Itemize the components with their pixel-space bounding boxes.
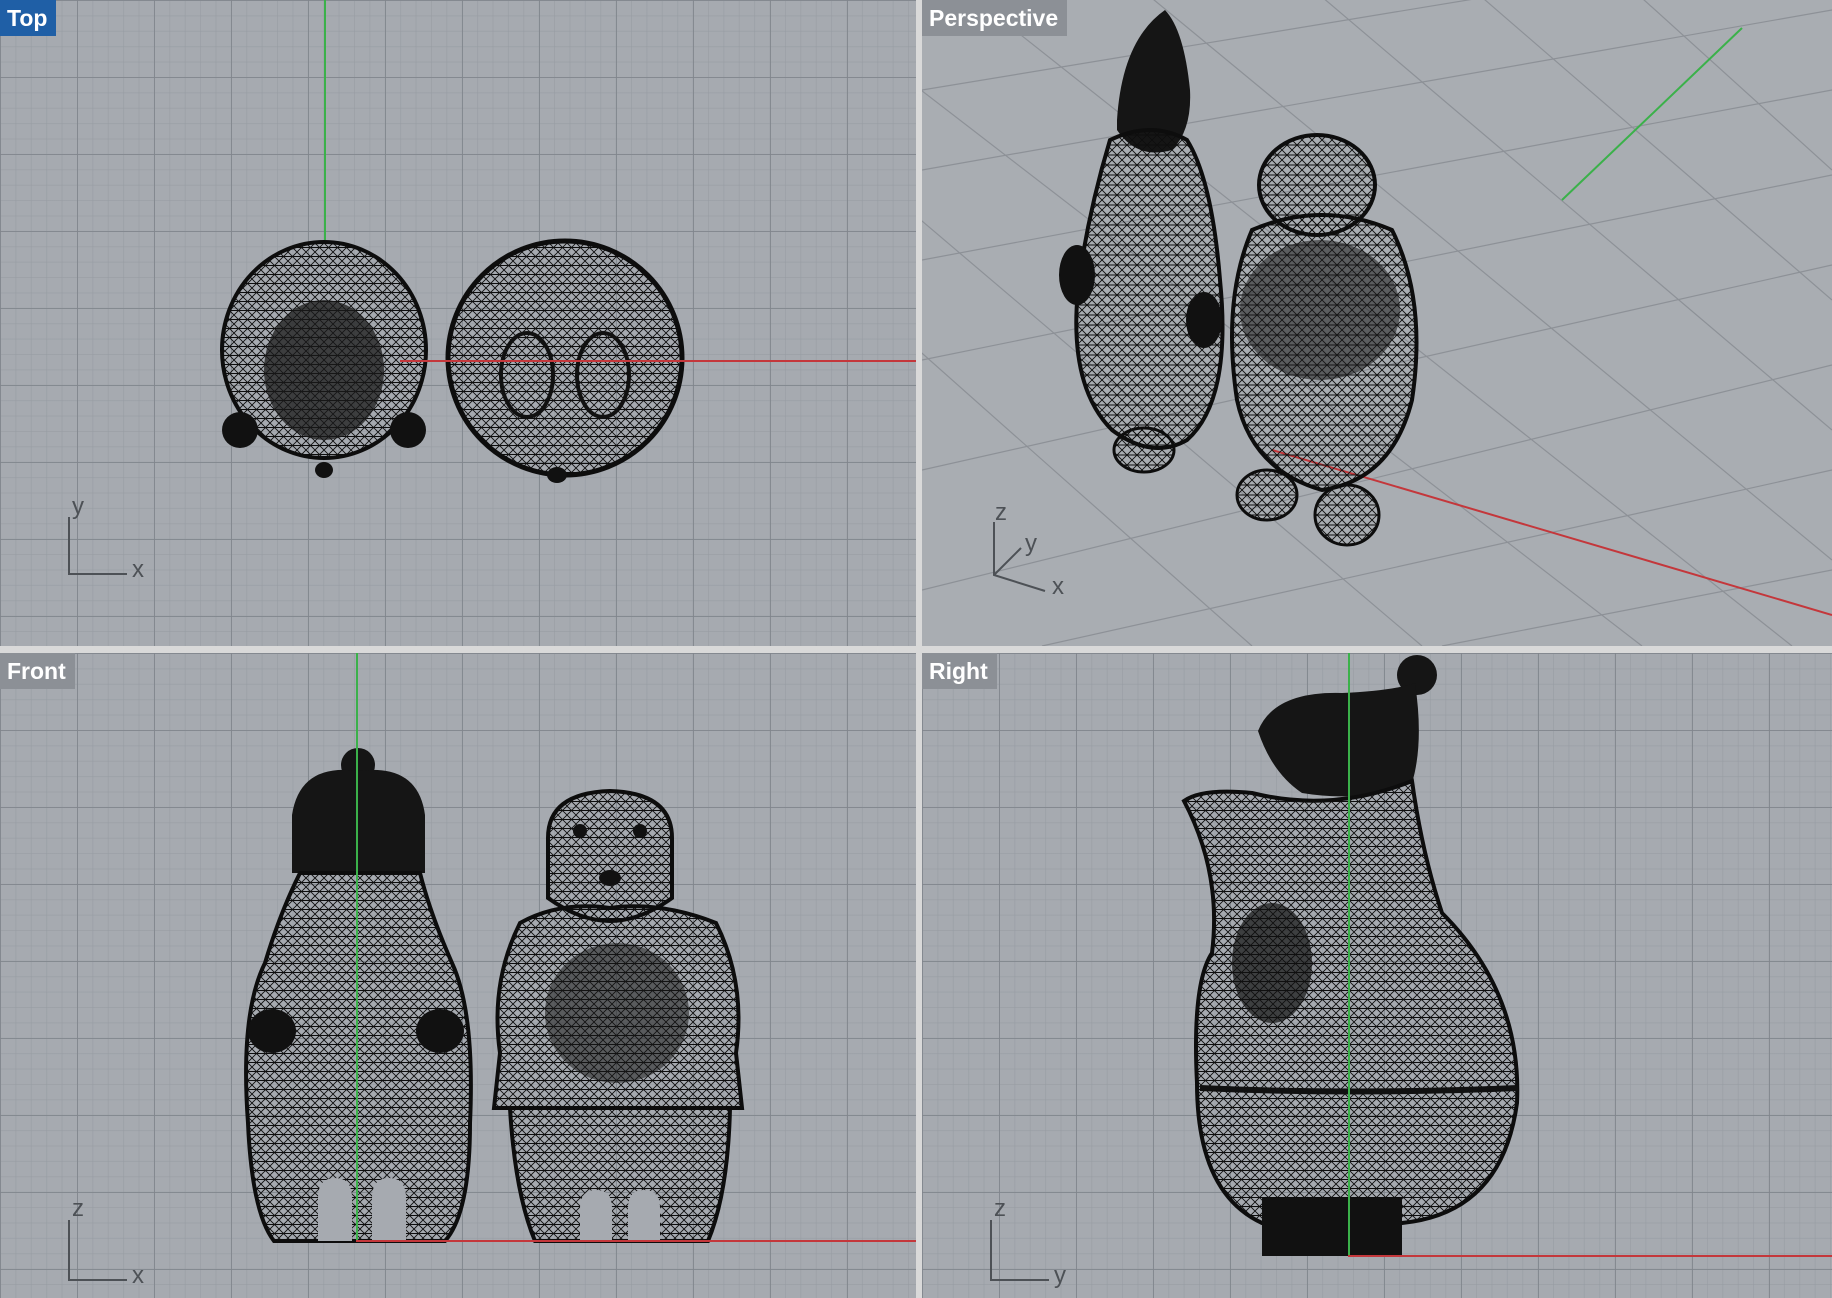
axis-label-z: z <box>72 1195 84 1222</box>
axis-label-y: y <box>72 493 84 520</box>
axis-widget-top: y x <box>68 493 144 583</box>
axis-label-x: x <box>1052 573 1064 600</box>
viewport-top[interactable]: Top y x <box>0 0 916 646</box>
axis-label-y: y <box>1054 1262 1066 1289</box>
axis-widget-right: z y <box>990 1195 1066 1289</box>
right-view-figure-mesh[interactable] <box>1181 655 1520 1256</box>
top-view-bear-mesh[interactable] <box>445 238 685 483</box>
axis-label-x: x <box>132 556 144 583</box>
axis-widget-front: z x <box>68 1195 144 1289</box>
y-axis-line <box>324 0 326 240</box>
axis-label-x: x <box>132 1262 144 1289</box>
viewport-label-perspective[interactable]: Perspective <box>922 0 1068 36</box>
y-axis-line <box>1561 27 1743 201</box>
viewport-label-right[interactable]: Right <box>922 653 997 689</box>
y-axis-line <box>1348 1255 1832 1257</box>
axis-label-y: y <box>1025 530 1037 557</box>
viewport-right[interactable]: Right z y <box>922 653 1832 1298</box>
right-scene: z y <box>990 655 1520 1289</box>
front-view-penguin-mesh[interactable] <box>244 748 473 1243</box>
front-view-bear-mesh[interactable] <box>491 788 745 1243</box>
axis-label-z: z <box>995 499 1007 526</box>
front-scene: z x <box>68 748 745 1289</box>
viewport-label-front[interactable]: Front <box>0 653 75 689</box>
viewport-perspective[interactable]: Perspective z y x <box>922 0 1832 646</box>
axis-label-z: z <box>994 1195 1006 1222</box>
top-scene: y x <box>68 238 685 583</box>
z-axis-line <box>356 653 358 1241</box>
perspective-scene: z y x <box>922 0 1832 646</box>
viewport-front[interactable]: Front z x <box>0 653 916 1298</box>
top-view-penguin-mesh[interactable] <box>220 240 428 478</box>
z-axis-line <box>1348 653 1350 1256</box>
x-axis-line <box>400 360 916 362</box>
perspective-penguin-mesh[interactable] <box>1059 10 1225 474</box>
viewport-label-top[interactable]: Top <box>0 0 57 36</box>
axis-widget-perspective: z y x <box>993 499 1064 600</box>
x-axis-line <box>356 1240 916 1242</box>
